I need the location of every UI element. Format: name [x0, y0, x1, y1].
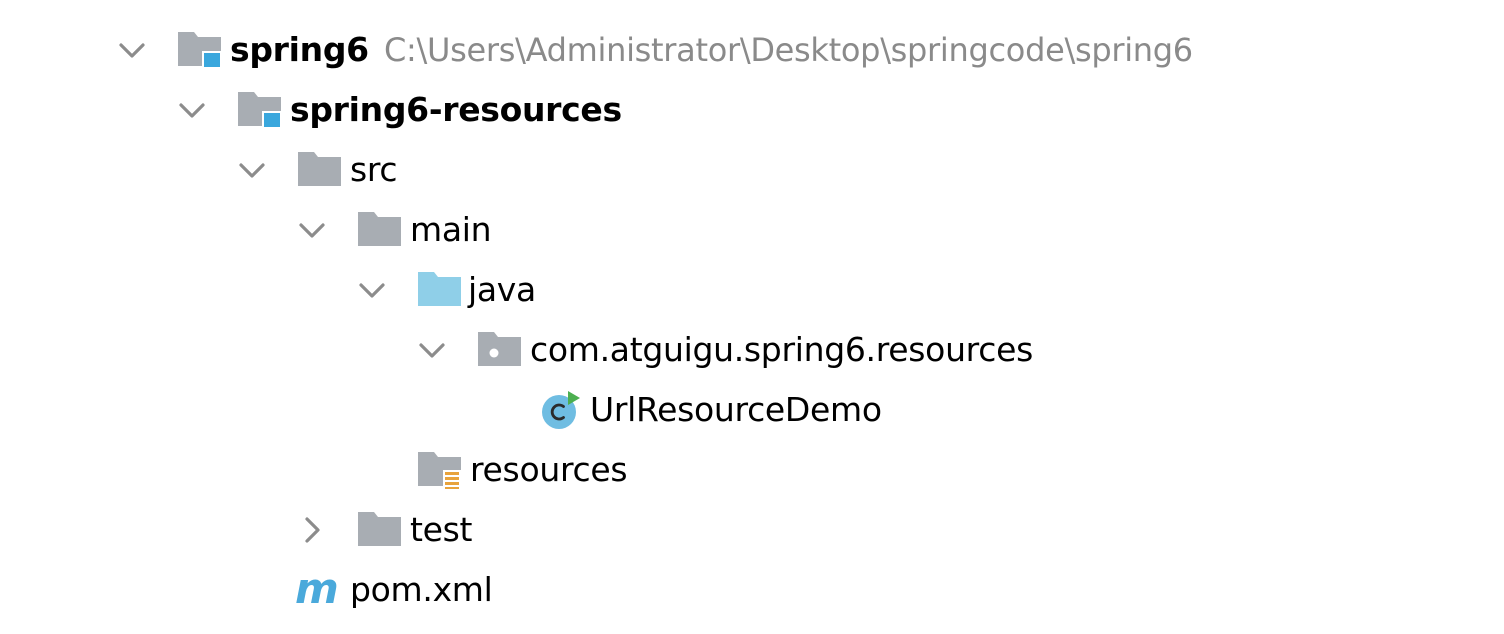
chevron-down-icon[interactable]: [237, 155, 267, 185]
tree-row-spring6-resources[interactable]: spring6-resources: [0, 80, 1504, 140]
project-path: C:\Users\Administrator\Desktop\springcod…: [384, 31, 1193, 69]
java-class-runnable-icon: [537, 390, 583, 430]
resources-folder-icon: [417, 450, 463, 490]
folder-name-test: test: [410, 510, 473, 549]
folder-icon: [357, 210, 403, 250]
tree-row-pom[interactable]: m pom.xml: [0, 560, 1504, 620]
project-tree: spring6 C:\Users\Administrator\Desktop\s…: [0, 0, 1504, 634]
chevron-down-icon[interactable]: [297, 215, 327, 245]
folder-icon: [297, 150, 343, 190]
maven-icon: m: [295, 570, 341, 610]
tree-row-main[interactable]: main: [0, 200, 1504, 260]
tree-row-resources[interactable]: resources: [0, 440, 1504, 500]
project-name: spring6: [230, 30, 369, 69]
module-folder-icon: [177, 30, 223, 70]
chevron-down-icon[interactable]: [177, 95, 207, 125]
folder-name-src: src: [350, 150, 398, 189]
folder-name-main: main: [410, 210, 492, 249]
chevron-down-icon[interactable]: [417, 335, 447, 365]
package-name: com.atguigu.spring6.resources: [530, 330, 1033, 369]
module-name: spring6-resources: [290, 90, 622, 129]
tree-row-class[interactable]: UrlResourceDemo: [0, 380, 1504, 440]
tree-row-java[interactable]: java: [0, 260, 1504, 320]
chevron-down-icon[interactable]: [117, 35, 147, 65]
source-folder-icon: [417, 270, 463, 310]
folder-name-resources: resources: [470, 450, 628, 489]
module-folder-icon: [237, 90, 283, 130]
tree-row-package[interactable]: com.atguigu.spring6.resources: [0, 320, 1504, 380]
svg-text:m: m: [295, 570, 339, 610]
class-name: UrlResourceDemo: [590, 390, 882, 429]
file-name-pom: pom.xml: [350, 570, 493, 609]
folder-name-java: java: [468, 270, 536, 309]
chevron-right-icon[interactable]: [297, 515, 327, 545]
package-icon: [477, 330, 523, 370]
tree-row-src[interactable]: src: [0, 140, 1504, 200]
tree-row-spring6[interactable]: spring6 C:\Users\Administrator\Desktop\s…: [0, 20, 1504, 80]
tree-row-test[interactable]: test: [0, 500, 1504, 560]
chevron-down-icon[interactable]: [357, 275, 387, 305]
folder-icon: [357, 510, 403, 550]
